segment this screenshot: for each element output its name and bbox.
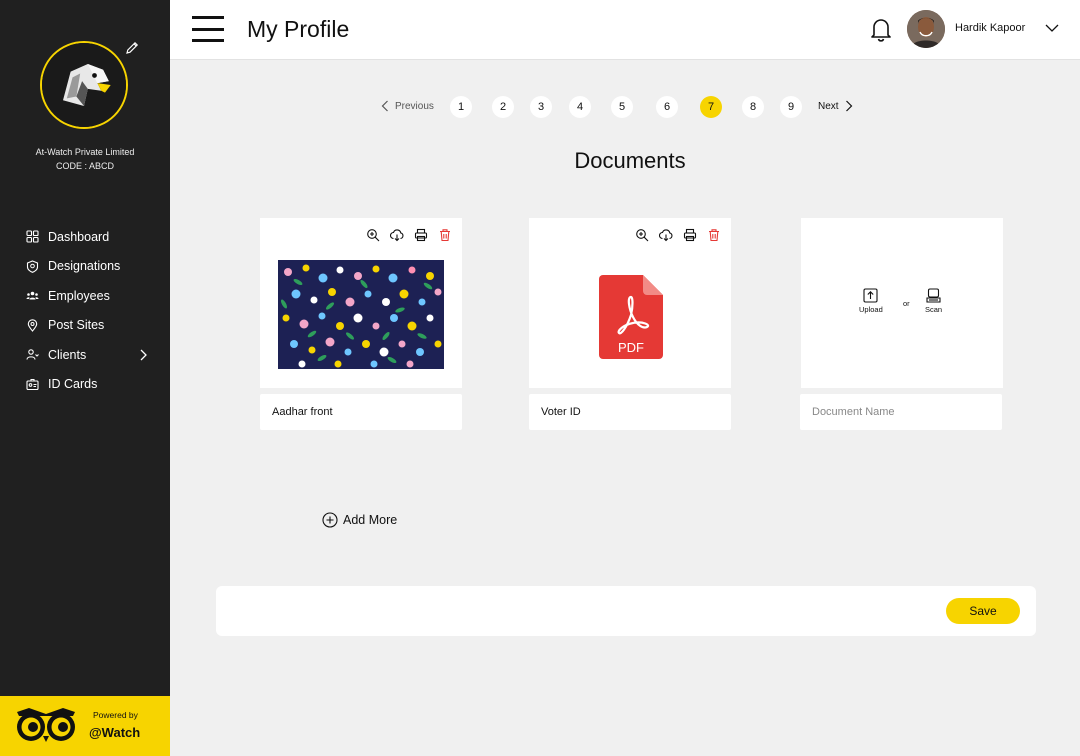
cloud-download-icon[interactable] bbox=[390, 228, 404, 242]
sidebar-item-post-sites[interactable]: Post Sites bbox=[0, 311, 170, 341]
sidebar: At-Watch Private Limited CODE : ABCD Das… bbox=[0, 0, 170, 756]
scan-button[interactable]: Scan bbox=[925, 288, 942, 314]
avatar[interactable] bbox=[907, 10, 945, 48]
chevron-right-icon bbox=[140, 349, 147, 361]
sidebar-item-dashboard[interactable]: Dashboard bbox=[0, 222, 170, 252]
pdf-label: PDF bbox=[618, 340, 644, 355]
sidebar-item-label: ID Cards bbox=[48, 377, 98, 392]
chevron-left-icon bbox=[381, 100, 388, 112]
zoom-in-icon[interactable] bbox=[635, 228, 649, 242]
scan-label: Scan bbox=[925, 305, 943, 314]
document-card-upload: Upload or Scan bbox=[801, 218, 1003, 388]
company-code: CODE : ABCD bbox=[55, 161, 114, 171]
page-5[interactable]: 5 bbox=[611, 96, 633, 118]
pdf-file-icon[interactable]: PDF bbox=[599, 275, 663, 359]
id-card-icon bbox=[26, 378, 39, 390]
print-icon[interactable] bbox=[683, 228, 697, 242]
documents-title: Documents bbox=[574, 148, 686, 173]
pagination-previous[interactable]: Previous bbox=[381, 100, 434, 112]
badge-icon bbox=[26, 260, 39, 273]
page-7-current[interactable]: 7 bbox=[700, 96, 722, 118]
menu-icon[interactable] bbox=[192, 16, 224, 43]
page-2[interactable]: 2 bbox=[492, 96, 514, 118]
page-9[interactable]: 9 bbox=[780, 96, 802, 118]
card-toolbar bbox=[366, 228, 452, 242]
card-toolbar bbox=[635, 228, 721, 242]
scanner-icon bbox=[926, 288, 941, 303]
page-1[interactable]: 1 bbox=[450, 96, 472, 118]
page-6[interactable]: 6 bbox=[656, 96, 678, 118]
upload-icon bbox=[863, 288, 878, 303]
document-name-aadhar[interactable]: Aadhar front bbox=[260, 394, 462, 430]
upload-area: Upload or Scan bbox=[859, 288, 949, 318]
client-icon bbox=[26, 349, 39, 360]
sidebar-item-designations[interactable]: Designations bbox=[0, 252, 170, 282]
sidebar-item-label: Clients bbox=[48, 347, 87, 362]
delete-trash-icon[interactable] bbox=[707, 228, 721, 242]
print-icon[interactable] bbox=[414, 228, 428, 242]
document-thumbnail-image[interactable] bbox=[278, 260, 444, 369]
upload-label: Upload bbox=[859, 305, 883, 314]
add-more-label: Add More bbox=[343, 513, 398, 527]
sidebar-item-label: Dashboard bbox=[48, 229, 110, 244]
owl-logo-icon bbox=[17, 708, 75, 742]
company-name: At-Watch Private Limited bbox=[35, 147, 135, 157]
sidebar-item-employees[interactable]: Employees bbox=[0, 281, 170, 311]
company-logo bbox=[40, 41, 128, 129]
cloud-download-icon[interactable] bbox=[659, 228, 673, 242]
add-more-button[interactable]: Add More bbox=[322, 512, 397, 528]
document-card-aadhar bbox=[260, 218, 462, 388]
grid-icon bbox=[26, 230, 39, 243]
brand-name: @Watch bbox=[89, 725, 141, 740]
users-icon bbox=[26, 291, 39, 300]
sidebar-nav: Dashboard Designations Employees Post Si… bbox=[0, 222, 170, 399]
pagination-previous-label: Previous bbox=[395, 100, 434, 112]
upload-button[interactable]: Upload bbox=[859, 288, 883, 314]
sidebar-item-label: Post Sites bbox=[48, 318, 105, 333]
plus-circle-icon bbox=[322, 512, 338, 528]
powered-by-banner: Powered by @Watch bbox=[0, 696, 170, 756]
user-name[interactable]: Hardik Kapoor bbox=[955, 22, 1025, 34]
sidebar-item-label: Employees bbox=[48, 288, 110, 303]
document-name-input[interactable] bbox=[800, 394, 1002, 430]
sidebar-item-label: Designations bbox=[48, 259, 121, 274]
page-8[interactable]: 8 bbox=[742, 96, 764, 118]
top-header: My Profile Hardik Kapoor bbox=[170, 0, 1080, 60]
page-3[interactable]: 3 bbox=[530, 96, 552, 118]
save-button[interactable]: Save bbox=[946, 598, 1020, 624]
location-pin-icon bbox=[27, 319, 38, 332]
sidebar-item-clients[interactable]: Clients bbox=[0, 340, 170, 370]
page-4[interactable]: 4 bbox=[569, 96, 591, 118]
pagination-next-label: Next bbox=[818, 100, 839, 112]
page-title: My Profile bbox=[247, 16, 350, 42]
document-name-voter-id[interactable]: Voter ID bbox=[529, 394, 731, 430]
delete-trash-icon[interactable] bbox=[438, 228, 452, 242]
company-info: At-Watch Private Limited CODE : ABCD bbox=[0, 145, 170, 173]
chevron-down-icon[interactable] bbox=[1045, 23, 1059, 33]
chevron-right-icon bbox=[845, 100, 852, 112]
powered-by-label: Powered by bbox=[93, 710, 138, 720]
bell-icon[interactable] bbox=[869, 16, 893, 42]
pagination-next[interactable]: Next bbox=[818, 100, 853, 112]
document-card-voter-id: PDF bbox=[529, 218, 731, 388]
sidebar-item-id-cards[interactable]: ID Cards bbox=[0, 370, 170, 400]
or-label: or bbox=[903, 299, 910, 308]
save-bar: Save bbox=[216, 586, 1036, 636]
edit-pencil-icon[interactable] bbox=[124, 40, 140, 56]
zoom-in-icon[interactable] bbox=[366, 228, 380, 242]
